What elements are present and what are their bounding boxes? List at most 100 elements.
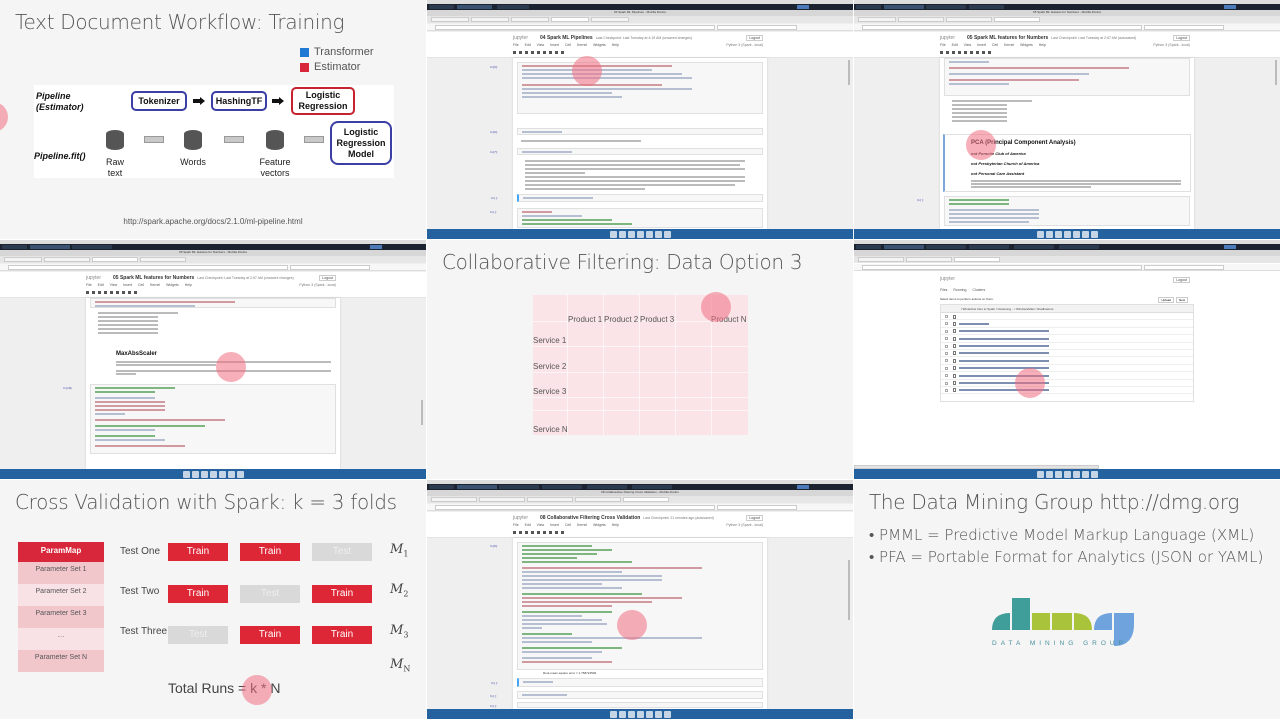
folder-icon[interactable] (227, 470, 235, 478)
file-row[interactable] (941, 372, 1193, 380)
code-cell[interactable]: In [ ]: (490, 208, 763, 228)
files-icon[interactable] (1054, 470, 1062, 478)
add-cell-icon[interactable] (946, 50, 949, 54)
jupyter-logo[interactable]: jupyter (940, 276, 955, 282)
logout-button[interactable]: Logout (1173, 35, 1190, 41)
menu-file[interactable]: File (513, 43, 519, 47)
files-icon[interactable] (200, 470, 208, 478)
browser-tab[interactable] (431, 497, 477, 502)
scrollbar[interactable] (1275, 60, 1277, 85)
move-up-icon[interactable] (543, 530, 546, 534)
browser-tab-active[interactable] (623, 497, 669, 502)
console-icon[interactable] (1045, 230, 1053, 238)
terminal-icon[interactable] (1036, 230, 1044, 238)
browser-icon[interactable] (1063, 230, 1071, 238)
cut-icon[interactable] (98, 290, 101, 294)
browser-tab[interactable] (898, 17, 944, 22)
copy-icon[interactable] (531, 50, 534, 54)
browser-icon[interactable] (636, 230, 644, 238)
help-icon[interactable] (1090, 230, 1098, 238)
notebook-title[interactable]: 05 Spark ML features for Numbers Last Che… (967, 35, 1136, 41)
menu-edit[interactable]: Edit (952, 43, 958, 47)
folder-icon[interactable] (654, 230, 662, 238)
code-cell[interactable]: In [6]: (490, 128, 763, 135)
taskbar-item[interactable] (30, 245, 70, 249)
menu-help[interactable]: Help (185, 283, 192, 287)
taskbar-item[interactable] (884, 5, 924, 9)
menu-cell[interactable]: Cell (565, 43, 571, 47)
help-icon[interactable] (236, 470, 244, 478)
console-icon[interactable] (1045, 470, 1053, 478)
notebook-name[interactable]: 08 Collaborative Filtering Cross Validat… (540, 515, 640, 521)
menu-insert[interactable]: Insert (550, 43, 559, 47)
menu-widgets[interactable]: Widgets (166, 283, 179, 287)
browser-tab[interactable] (575, 497, 621, 502)
taskbar-item[interactable] (542, 485, 582, 489)
browser-tab-active[interactable] (954, 257, 1000, 262)
browser-tab[interactable] (431, 17, 469, 22)
taskbar-item[interactable] (969, 245, 1009, 249)
breadcrumb[interactable]: / Winterfest Intro to Spark / Clustering… (941, 305, 1193, 313)
tab-running[interactable]: Running (953, 288, 966, 292)
new-button[interactable]: New (1175, 297, 1188, 303)
cut-icon[interactable] (525, 530, 528, 534)
help-icon[interactable] (1090, 470, 1098, 478)
add-cell-icon[interactable] (519, 50, 522, 54)
files-icon[interactable] (627, 230, 635, 238)
code-cell-selected[interactable]: In [ ]: (491, 678, 763, 687)
browser-tab[interactable] (591, 17, 629, 22)
menu-cell[interactable]: Cell (565, 523, 571, 527)
taskbar-item[interactable] (884, 245, 924, 249)
file-row[interactable] (941, 380, 1193, 387)
scrollbar[interactable] (848, 60, 850, 85)
logout-button[interactable]: Logout (319, 275, 336, 281)
code-cell[interactable]: In [ ]: (490, 702, 763, 708)
browser-tab[interactable] (946, 17, 992, 22)
taskbar-item[interactable] (457, 485, 497, 489)
menu-insert[interactable]: Insert (550, 523, 559, 527)
file-row[interactable] (941, 343, 1193, 350)
browser-icon[interactable] (209, 470, 217, 478)
notebook-name[interactable]: 05 Spark ML features for Numbers (113, 275, 194, 281)
taskbar-item[interactable] (499, 485, 539, 489)
taskbar-item[interactable] (797, 485, 809, 489)
file-row[interactable] (941, 387, 1193, 395)
url-input[interactable] (435, 25, 715, 30)
browser-tab-active[interactable] (994, 17, 1040, 22)
files-icon[interactable] (627, 710, 635, 718)
taskbar-item[interactable] (926, 245, 966, 249)
file-row[interactable] (941, 335, 1193, 343)
terminal-icon[interactable] (609, 710, 617, 718)
taskbar-item[interactable] (1224, 245, 1236, 249)
notebook-title[interactable]: 05 Spark ML features for Numbers Last Che… (113, 275, 294, 281)
menu-kernel[interactable]: Kernel (577, 43, 587, 47)
menu-cell[interactable]: Cell (138, 283, 144, 287)
browser-tab[interactable] (471, 17, 509, 22)
search-input[interactable] (290, 265, 370, 270)
taskbar-item[interactable] (797, 5, 809, 9)
add-cell-icon[interactable] (519, 530, 522, 534)
search-icon[interactable] (645, 230, 653, 238)
menu-widgets[interactable]: Widgets (593, 43, 606, 47)
tab-clusters[interactable]: Clusters (972, 288, 985, 292)
cut-icon[interactable] (952, 50, 955, 54)
code-cell[interactable] (90, 298, 336, 308)
move-up-icon[interactable] (543, 50, 546, 54)
logout-button[interactable]: Logout (1173, 277, 1190, 283)
menu-kernel[interactable]: Kernel (150, 283, 160, 287)
taskbar-item[interactable] (1224, 5, 1236, 9)
menu-file[interactable]: File (940, 43, 946, 47)
url-input[interactable] (862, 265, 1142, 270)
taskbar-item[interactable] (1014, 245, 1054, 249)
upload-button[interactable]: Upload (1158, 297, 1174, 303)
taskbar-item[interactable] (856, 5, 881, 9)
save-icon[interactable] (513, 530, 516, 534)
taskbar-item[interactable] (429, 5, 454, 9)
code-cell[interactable]: In [ ]: (917, 196, 1190, 226)
browser-icon[interactable] (636, 710, 644, 718)
taskbar-item[interactable] (497, 5, 529, 9)
menu-help[interactable]: Help (612, 43, 619, 47)
stop-icon[interactable] (134, 290, 137, 294)
code-cell-selected[interactable]: In [ ]: (491, 194, 763, 202)
search-input[interactable] (1144, 25, 1224, 30)
